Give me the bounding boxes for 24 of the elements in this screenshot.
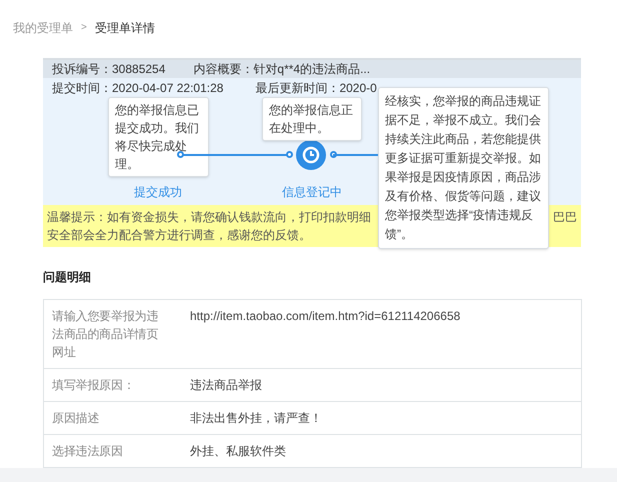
step-tooltip: 您的举报信息已提交成功。我们将尽快完成处理。 bbox=[108, 97, 209, 177]
detail-label: 请输入您要举报为违法商品的商品详情页网址 bbox=[52, 308, 160, 361]
notice-text: 安全部会全力配合警方进行调查，感谢您的反馈。 bbox=[47, 228, 311, 242]
section-title: 问题明细 bbox=[43, 269, 92, 286]
detail-label: 选择违法原因 bbox=[52, 443, 124, 460]
detail-value: http://item.taobao.com/item.htm?id=612114206658 bbox=[190, 309, 460, 323]
complaint-number: 投诉编号：30885254 bbox=[52, 61, 166, 78]
detail-label: 填写举报原因： bbox=[52, 377, 136, 394]
detail-value: 外挂、私服软件类 bbox=[190, 444, 286, 458]
step-label: 信息登记中 bbox=[282, 184, 342, 201]
step-label: 提交成功 bbox=[134, 184, 182, 201]
update-time: 最后更新时间：2020-0 bbox=[255, 80, 377, 96]
detail-label: 原因描述 bbox=[52, 410, 100, 427]
detail-value: 违法商品举报 bbox=[190, 378, 262, 392]
notice-text: 巴巴 bbox=[553, 209, 577, 226]
step-tooltip: 您的举报信息正在处理中。 bbox=[262, 97, 362, 141]
result-tooltip: 经核实，您举报的商品违规证据不足，举报不成立。我们会持续关注此商品，若您能提供更多证据可重新提交举报。如果举报是因疫情原因，商品涉及有价格、假货等问题，建议您举报类型选择“疫情违规反馈”。 bbox=[378, 87, 549, 249]
breadcrumb-link[interactable]: 我的受理单 bbox=[13, 18, 73, 36]
breadcrumb-current: 受理单详情 bbox=[94, 20, 155, 36]
breadcrumb-separator: > bbox=[80, 21, 88, 35]
notice-text: 温馨提示：如有资金损失，请您确认钱款流向，打印扣款明细 bbox=[47, 209, 371, 226]
content-summary: 内容概要：针对q**4的违法商品... bbox=[193, 61, 370, 78]
detail-value: 非法出售外挂，请严查！ bbox=[190, 411, 322, 425]
submit-time: 提交时间：2020-04-07 22:01:28 bbox=[52, 80, 224, 96]
